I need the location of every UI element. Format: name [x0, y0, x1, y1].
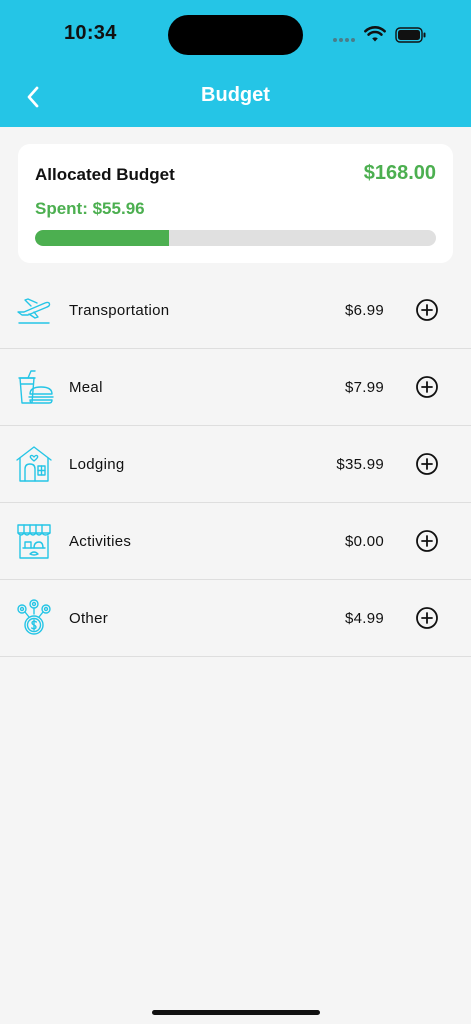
dynamic-island — [168, 15, 303, 55]
allocated-budget-amount: $168.00 — [363, 162, 436, 184]
category-label: Meal — [69, 379, 103, 396]
allocated-budget-label: Allocated Budget — [35, 165, 175, 184]
status-time: 10:34 — [64, 22, 117, 44]
budget-summary-card: Allocated Budget $168.00 Spent: $55.96 — [18, 144, 453, 263]
category-label: Lodging — [69, 456, 125, 473]
category-row-lodging[interactable]: Lodging $35.99 — [0, 426, 471, 503]
home-indicator[interactable] — [152, 1010, 320, 1015]
wifi-icon — [364, 26, 386, 42]
budget-progress-fill — [35, 230, 169, 246]
category-row-other[interactable]: Other $4.99 — [0, 580, 471, 657]
page-title: Budget — [201, 84, 270, 106]
header-bar: 10:34 Budget — [0, 0, 471, 127]
category-amount: $0.00 — [344, 533, 384, 550]
category-label: Other — [69, 610, 109, 627]
category-label: Transportation — [69, 302, 170, 319]
category-label: Activities — [69, 533, 132, 550]
category-row-activities[interactable]: Activities $0.00 — [0, 503, 471, 580]
airplane-takeoff-icon — [17, 298, 51, 324]
category-amount: $7.99 — [344, 379, 384, 396]
category-amount: $35.99 — [336, 456, 384, 473]
add-expense-button[interactable] — [415, 606, 439, 630]
category-amount: $6.99 — [344, 302, 384, 319]
category-row-meal[interactable]: Meal $7.99 — [0, 349, 471, 426]
budget-progress-bar — [35, 230, 436, 246]
category-row-transportation[interactable]: Transportation $6.99 — [0, 272, 471, 349]
cellular-signal-icon — [333, 38, 357, 56]
category-list: Transportation $6.99 Meal $7.99 Lodging … — [0, 272, 471, 657]
add-expense-button[interactable] — [415, 298, 439, 322]
drink-burger-icon — [18, 370, 54, 404]
coins-icon — [17, 599, 51, 635]
add-expense-button[interactable] — [415, 529, 439, 553]
add-expense-button[interactable] — [415, 452, 439, 476]
battery-icon — [395, 27, 426, 43]
spent-amount: Spent: $55.96 — [35, 199, 145, 218]
house-icon — [16, 446, 52, 482]
add-expense-button[interactable] — [415, 375, 439, 399]
market-stall-icon — [17, 524, 51, 559]
category-amount: $4.99 — [344, 610, 384, 627]
